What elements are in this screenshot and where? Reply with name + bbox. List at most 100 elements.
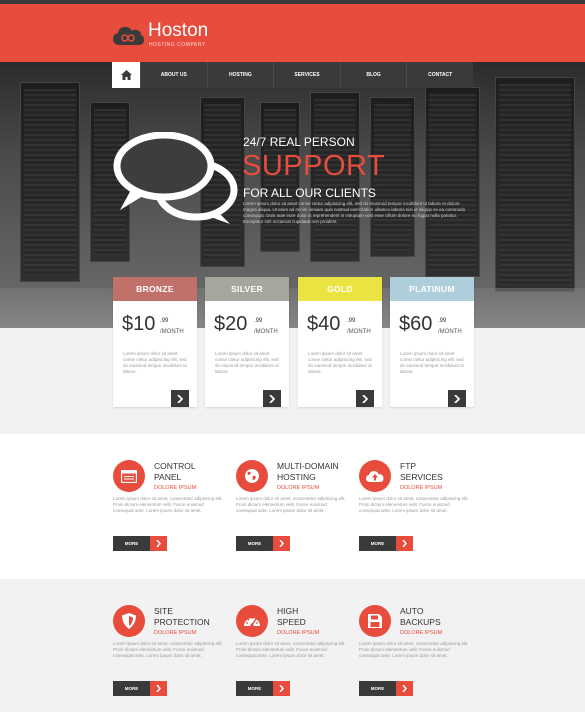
more-button[interactable]: MORE — [236, 536, 290, 551]
plan-period: /MONTH — [438, 329, 462, 335]
feature-title-line1: HIGH — [277, 606, 299, 616]
plan-cents: .99 — [254, 318, 263, 324]
server-rack-image — [495, 77, 575, 292]
feature-title-line2: BACKUPS — [400, 617, 441, 627]
nav-services[interactable]: SERVICES — [273, 62, 340, 88]
chevron-right-icon — [269, 394, 275, 403]
feature-description: Lorem ipsum dolor sit amet, consectetur … — [236, 496, 346, 513]
main-nav: ABOUT US HOSTING SERVICES BLOG CONTACT — [112, 62, 473, 88]
feature-icon-circle — [236, 605, 268, 637]
nav-contact[interactable]: CONTACT — [406, 62, 473, 88]
server-rack-image — [20, 82, 80, 282]
plan-select-button[interactable] — [171, 390, 189, 407]
feature-subtitle: DOLORE IPSUM — [277, 485, 320, 491]
feature-description: Lorem ipsum dolor sit amet, consectetur … — [359, 641, 469, 658]
feature-title-line2: HOSTING — [277, 472, 316, 482]
chevron-right-icon — [362, 394, 368, 403]
more-label: MORE — [236, 536, 273, 551]
nav-home-button[interactable] — [112, 62, 140, 88]
speech-bubbles-icon — [113, 132, 238, 224]
feature-icon-circle — [113, 605, 145, 637]
hero-floor — [0, 288, 585, 328]
plan-name: PLATINUM — [390, 277, 474, 301]
plan-period: /MONTH — [254, 329, 278, 335]
feature-subtitle: DOLORE IPSUM — [154, 485, 197, 491]
browser-window-icon — [121, 469, 137, 483]
more-label: MORE — [113, 681, 150, 696]
plan-name: BRONZE — [113, 277, 197, 301]
feature-description: Lorem ipsum dolor sit amet, consectetur … — [236, 641, 346, 658]
hero-heading: SUPPORT — [242, 150, 386, 182]
feature-subtitle: DOLORE IPSUM — [277, 630, 320, 636]
site-header: Hoston HOSTING COMPANY — [0, 0, 585, 62]
feature-subtitle: DOLORE IPSUM — [154, 630, 197, 636]
chevron-right-icon — [150, 536, 167, 551]
plan-period: /MONTH — [160, 329, 184, 335]
floppy-disk-icon — [368, 614, 382, 628]
plan-select-button[interactable] — [356, 390, 374, 407]
server-rack-image — [425, 87, 480, 277]
plan-name: GOLD — [298, 277, 382, 301]
plan-description: Lorem ipsum dolor sit amet conse ctetur … — [308, 351, 372, 374]
chevron-right-icon — [273, 681, 290, 696]
cloud-upload-icon — [366, 470, 384, 482]
plan-period: /MONTH — [347, 329, 371, 335]
plan-silver: SILVER $20 .99 /MONTH Lorem ipsum dolor … — [205, 277, 289, 407]
plan-price: $10 — [122, 313, 156, 335]
feature-title-line1: SITE — [154, 606, 173, 616]
plan-cents: .99 — [347, 318, 356, 324]
plan-cents: .99 — [160, 318, 169, 324]
chevron-right-icon — [396, 681, 413, 696]
plan-description: Lorem ipsum dolor sit amet conse ctetur … — [400, 351, 464, 374]
feature-title-line2: SPEED — [277, 617, 306, 627]
nav-about-us[interactable]: ABOUT US — [140, 62, 207, 88]
nav-hosting[interactable]: HOSTING — [206, 62, 274, 88]
plan-gold: GOLD $40 .99 /MONTH Lorem ipsum dolor si… — [298, 277, 382, 407]
cloud-logo-icon[interactable] — [112, 24, 144, 46]
plan-name: SILVER — [205, 277, 289, 301]
feature-title-line2: PROTECTION — [154, 617, 210, 627]
hero-line-3: FOR ALL OUR CLIENTS — [243, 186, 376, 200]
plan-price: $20 — [214, 313, 248, 335]
feature-title-line1: AUTO — [400, 606, 424, 616]
plan-bronze: BRONZE $10 .99 /MONTH Lorem ipsum dolor … — [113, 277, 197, 407]
plan-description: Lorem ipsum dolor sit amet conse ctetur … — [123, 351, 187, 374]
chevron-right-icon — [177, 394, 183, 403]
plan-cents: .99 — [438, 318, 447, 324]
shield-icon — [122, 613, 136, 629]
feature-subtitle: DOLORE IPSUM — [400, 630, 443, 636]
hero-description: Lorem ipsum dolor sit amet conse ctetur … — [243, 201, 466, 224]
feature-icon-circle — [359, 460, 391, 492]
chevron-right-icon — [396, 536, 413, 551]
feature-description: Lorem ipsum dolor sit amet, consectetur … — [113, 496, 223, 513]
plan-select-button[interactable] — [263, 390, 281, 407]
chevron-right-icon — [454, 394, 460, 403]
speedometer-icon — [244, 617, 260, 627]
more-button[interactable]: MORE — [113, 681, 167, 696]
feature-subtitle: DOLORE IPSUM — [400, 485, 443, 491]
feature-title-line1: FTP — [400, 461, 417, 471]
feature-title-line2: PANEL — [154, 472, 182, 482]
feature-title-line1: MULTI-DOMAIN — [277, 461, 339, 471]
plan-platinum: PLATINUM $60 .99 /MONTH Lorem ipsum dolo… — [390, 277, 474, 407]
brand-name[interactable]: Hoston — [148, 20, 208, 42]
more-label: MORE — [359, 536, 396, 551]
more-button[interactable]: MORE — [359, 536, 413, 551]
brand-tagline: HOSTING COMPANY — [149, 42, 206, 48]
more-label: MORE — [113, 536, 150, 551]
feature-description: Lorem ipsum dolor sit amet, consectetur … — [113, 641, 223, 658]
more-label: MORE — [359, 681, 396, 696]
feature-icon-circle — [113, 460, 145, 492]
plan-price: $60 — [399, 313, 433, 335]
feature-title-line1: CONTROL — [154, 461, 196, 471]
globe-icon — [245, 469, 259, 483]
feature-icon-circle — [236, 460, 268, 492]
nav-blog[interactable]: BLOG — [339, 62, 407, 88]
plan-select-button[interactable] — [448, 390, 466, 407]
more-button[interactable]: MORE — [113, 536, 167, 551]
chevron-right-icon — [150, 681, 167, 696]
feature-title-line2: SERVICES — [400, 472, 443, 482]
more-button[interactable]: MORE — [359, 681, 413, 696]
more-button[interactable]: MORE — [236, 681, 290, 696]
plan-price: $40 — [307, 313, 341, 335]
